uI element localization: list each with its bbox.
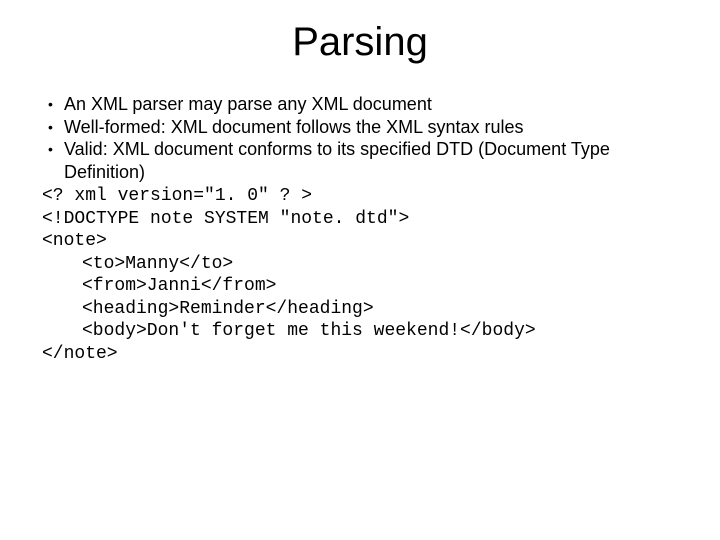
bullet-text: Valid: XML document conforms to its spec…: [64, 138, 692, 183]
bullet-item: • Well-formed: XML document follows the …: [42, 116, 692, 139]
bullet-item: • Valid: XML document conforms to its sp…: [42, 138, 692, 183]
slide: Parsing • An XML parser may parse any XM…: [0, 0, 720, 540]
code-line: <!DOCTYPE note SYSTEM "note. dtd">: [42, 208, 692, 231]
slide-title: Parsing: [28, 20, 692, 65]
code-line: <to>Manny</to>: [42, 253, 692, 276]
code-line: <note>: [42, 230, 692, 253]
bullet-text: An XML parser may parse any XML document: [64, 93, 692, 116]
code-line: <? xml version="1. 0" ? >: [42, 185, 692, 208]
code-block: <? xml version="1. 0" ? > <!DOCTYPE note…: [42, 185, 692, 365]
code-line: <from>Janni</from>: [42, 275, 692, 298]
bullet-dot: •: [42, 93, 64, 115]
code-line: <body>Don't forget me this weekend!</bod…: [42, 320, 692, 343]
bullet-item: • An XML parser may parse any XML docume…: [42, 93, 692, 116]
slide-content: • An XML parser may parse any XML docume…: [28, 93, 692, 365]
bullet-text: Well-formed: XML document follows the XM…: [64, 116, 692, 139]
bullet-dot: •: [42, 116, 64, 138]
code-line: </note>: [42, 343, 692, 366]
code-line: <heading>Reminder</heading>: [42, 298, 692, 321]
bullet-dot: •: [42, 138, 64, 160]
